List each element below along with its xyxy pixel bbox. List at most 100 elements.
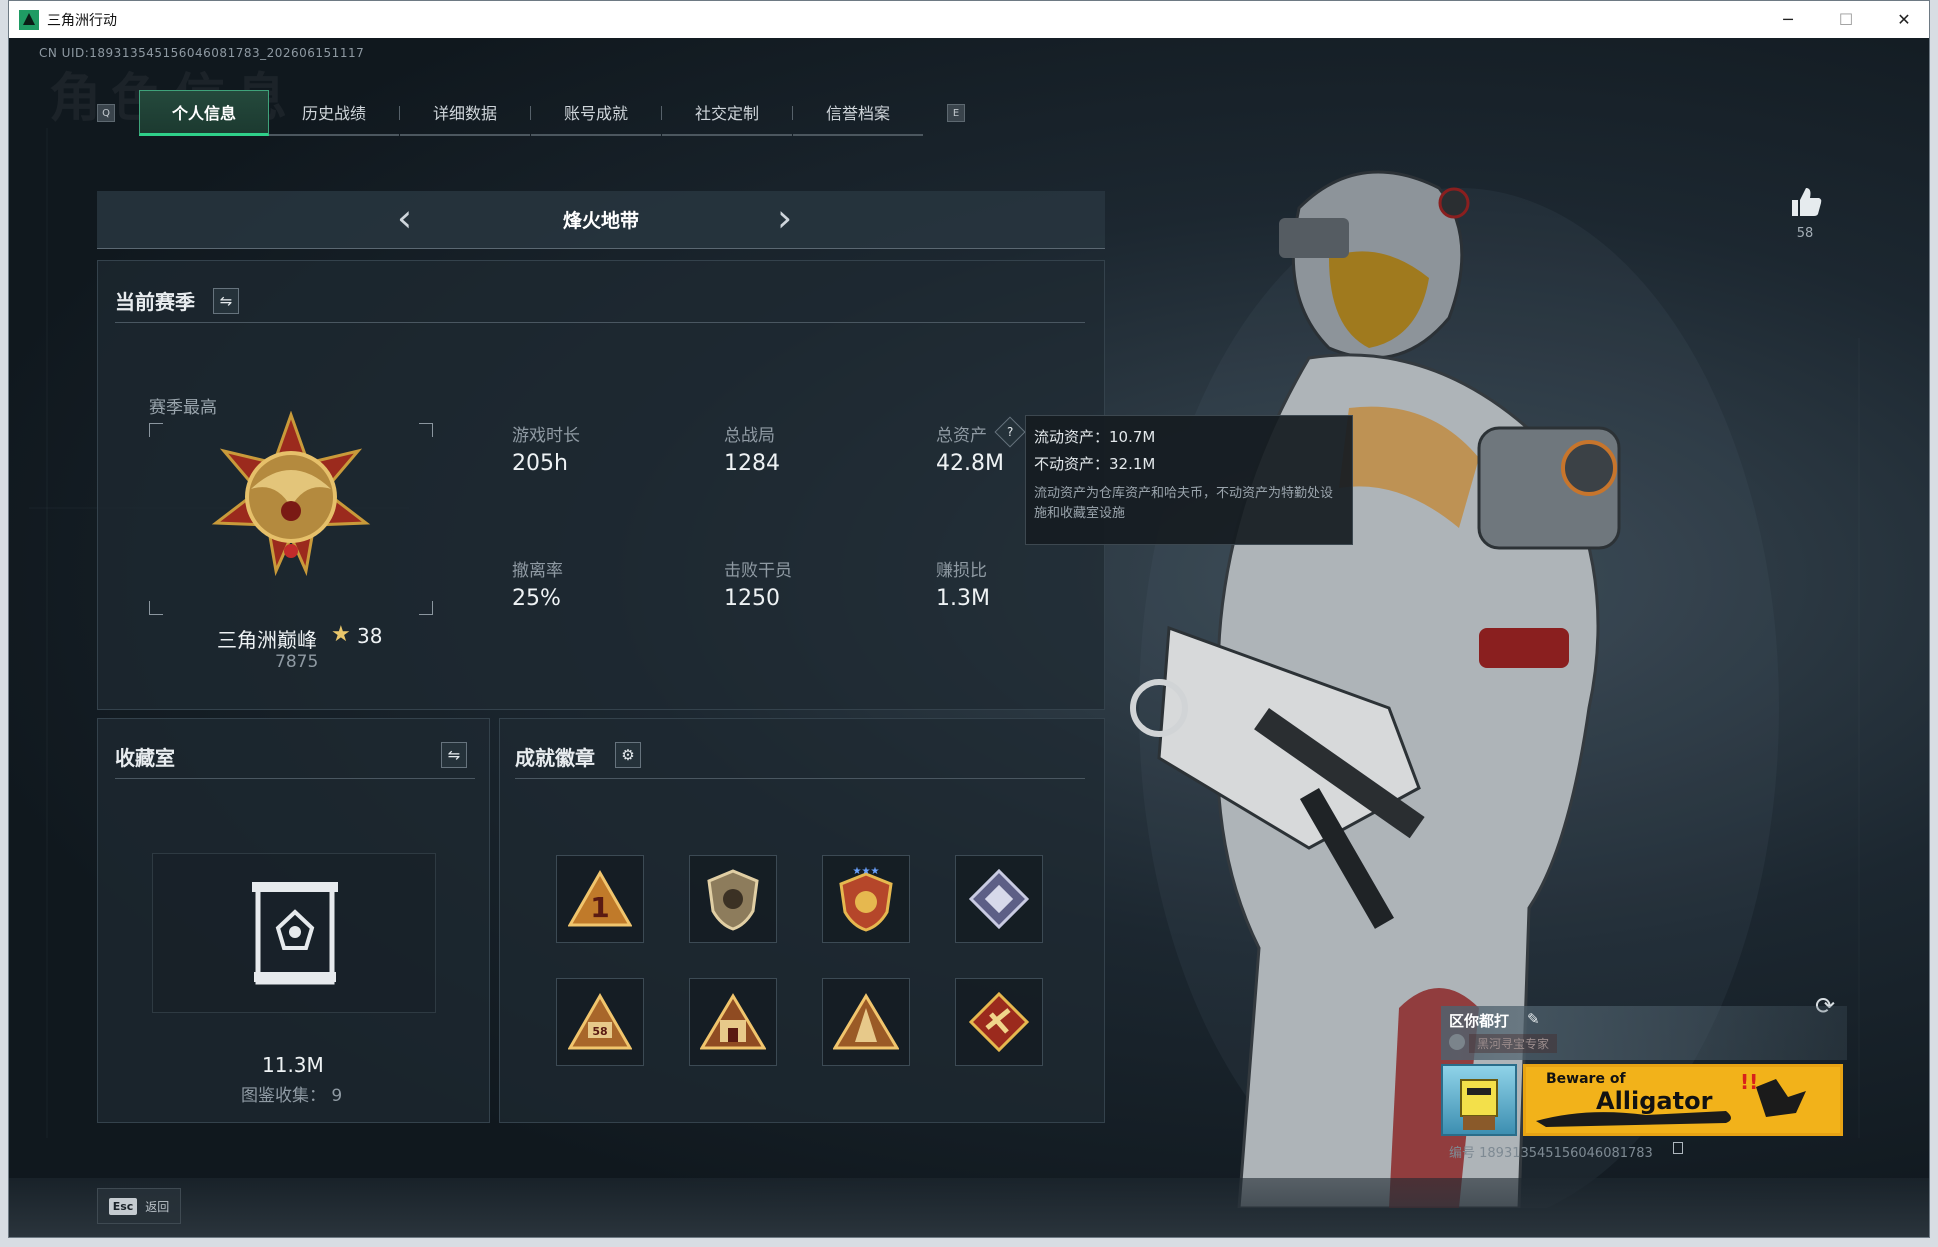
q-key-hint[interactable]: Q xyxy=(97,104,115,122)
divider xyxy=(515,778,1085,779)
stat-value-total-assets: 42.8M xyxy=(936,451,1004,476)
stat-label-total-assets: 总资产 xyxy=(936,426,987,446)
esc-key-icon: Esc xyxy=(108,1197,138,1215)
achievement-badge[interactable]: 1 xyxy=(556,855,644,943)
stat-label-extract-rate: 撤离率 xyxy=(512,561,563,581)
display-case-icon xyxy=(252,882,338,985)
alligator-graphic: !! xyxy=(1536,1070,1806,1127)
prev-zone-button[interactable]: ‹ xyxy=(397,199,412,237)
red-diamond-badge-icon xyxy=(969,992,1029,1052)
collection-title: 收藏室 xyxy=(115,746,175,770)
like-button[interactable]: 58 xyxy=(1785,186,1825,241)
tab-credit-record[interactable]: 信誉档案 xyxy=(793,90,923,136)
game-screen: 角色信息 CN UID:189313545156046081783_202606… xyxy=(9,38,1929,1237)
corner-mark xyxy=(149,423,163,437)
copy-icon[interactable] xyxy=(1673,1142,1683,1154)
stat-value-profit-ratio: 1.3M xyxy=(936,586,990,611)
triangle-number-badge-icon: 1 xyxy=(568,869,632,927)
e-key-hint[interactable]: E xyxy=(947,104,965,122)
badges-settings-button[interactable]: ⚙ xyxy=(615,742,641,768)
zone-title: 烽火地带 xyxy=(562,210,639,232)
close-button[interactable]: ✕ xyxy=(1875,1,1929,38)
minimize-button[interactable]: ─ xyxy=(1759,1,1817,38)
back-button[interactable]: Esc 返回 xyxy=(97,1188,181,1224)
tooltip-description: 流动资产为仓库资产和哈夫币，不动资产为特勤处设施和收藏室设施 xyxy=(1034,486,1334,521)
edit-name-icon[interactable]: ✎ xyxy=(1527,1010,1540,1028)
rank-star-count: 38 xyxy=(357,624,383,648)
svg-text:!!: !! xyxy=(1740,1070,1758,1094)
stat-label-profit-ratio: 赚损比 xyxy=(936,561,987,581)
tab-personal-info[interactable]: 个人信息 xyxy=(139,90,269,136)
tab-match-history[interactable]: 历史战绩 xyxy=(269,90,399,136)
player-title: 黑河寻宝专家 xyxy=(1469,1034,1558,1053)
rank-emblem-icon xyxy=(211,411,371,577)
help-glyph: ? xyxy=(1006,425,1014,439)
app-logo-icon xyxy=(19,9,39,30)
achievement-badge[interactable] xyxy=(689,855,777,943)
zone-selector: ‹ 烽火地带 › xyxy=(97,191,1105,249)
collection-swap-button[interactable]: ⇋ xyxy=(441,742,467,768)
rank-name: 三角洲巅峰 xyxy=(217,628,317,652)
achievement-badge[interactable]: 58 xyxy=(556,978,644,1066)
season-title: 当前赛季 xyxy=(115,290,195,314)
stat-value-kills: 1250 xyxy=(724,586,780,611)
rank-box xyxy=(149,411,433,615)
rank-star-icon: ★ xyxy=(331,622,351,647)
game-window: 三角洲行动 ─ ☐ ✕ 角色信息 CN UID:1893135451560460… xyxy=(8,0,1930,1238)
stat-value-extract-rate: 25% xyxy=(512,586,561,611)
like-count: 58 xyxy=(1796,226,1814,241)
player-id: 编号 189313545156046081783 xyxy=(1449,1146,1653,1161)
achievement-badge[interactable] xyxy=(689,978,777,1066)
svg-text:★★★: ★★★ xyxy=(853,866,880,877)
badge-number: 1 xyxy=(590,891,609,924)
thumbs-up-icon xyxy=(1792,188,1822,216)
achievement-badge[interactable] xyxy=(955,978,1043,1066)
shield-badge-icon xyxy=(707,869,759,931)
uid-label: CN UID:189313545156046081783_20260615111… xyxy=(39,46,365,60)
maximize-button[interactable]: ☐ xyxy=(1817,1,1875,38)
achievement-badge[interactable]: ★★★ xyxy=(822,855,910,943)
stat-value-total-matches: 1284 xyxy=(724,451,780,476)
avatar-character-image xyxy=(1460,1079,1498,1130)
corner-mark xyxy=(419,601,433,615)
rank-score: 7875 xyxy=(275,652,319,672)
crest-badge-icon: ★★★ xyxy=(839,866,893,932)
spire-badge-icon xyxy=(833,993,899,1050)
collection-count: 图鉴收集： 9 xyxy=(241,1086,343,1106)
divider xyxy=(115,778,475,779)
tooltip-liquid-assets: 流动资产：10.7M xyxy=(1034,428,1156,446)
badges-title: 成就徽章 xyxy=(515,746,595,770)
diamond-cube-badge-icon xyxy=(969,869,1029,929)
tab-achievements[interactable]: 账号成就 xyxy=(531,90,661,136)
assets-tooltip: 流动资产：10.7M 不动资产：32.1M 流动资产为仓库资产和哈夫币，不动资产… xyxy=(1025,415,1353,545)
next-zone-button[interactable]: › xyxy=(777,199,792,237)
stat-label-kills: 击败干员 xyxy=(724,561,792,581)
corner-mark xyxy=(149,601,163,615)
tab-bar: Q 个人信息 历史战绩 详细数据 账号成就 社交定制 信誉档案 E xyxy=(97,90,965,136)
window-title: 三角洲行动 xyxy=(47,12,117,29)
badge-number: 58 xyxy=(592,1025,607,1038)
collection-value: 11.3M xyxy=(262,1053,324,1077)
tab-social-custom[interactable]: 社交定制 xyxy=(662,90,792,136)
corner-mark xyxy=(419,423,433,437)
alligator-banner-image: Beware of Alligator !! xyxy=(1523,1064,1843,1136)
tab-detailed-data[interactable]: 详细数据 xyxy=(400,90,530,136)
season-swap-button[interactable]: ⇋ xyxy=(213,288,239,314)
back-label: 返回 xyxy=(145,1199,170,1214)
avatar xyxy=(1441,1064,1517,1136)
collection-preview[interactable] xyxy=(152,853,436,1013)
fortress-badge-icon xyxy=(700,993,766,1050)
achievement-badge[interactable] xyxy=(955,855,1043,943)
stat-label-total-matches: 总战局 xyxy=(724,426,775,446)
player-name-card[interactable]: 区你都打 ✎ 黑河寻宝专家 Beware of Alligator !! 编号 … xyxy=(1441,1006,1847,1161)
achievement-badge[interactable] xyxy=(822,978,910,1066)
title-icon xyxy=(1449,1034,1465,1050)
bottom-bar xyxy=(9,1178,1929,1237)
tooltip-fixed-assets: 不动资产：32.1M xyxy=(1034,455,1156,473)
level-triangle-badge-icon: 58 xyxy=(568,992,632,1050)
stat-label-playtime: 游戏时长 xyxy=(512,426,580,446)
divider xyxy=(115,322,1085,323)
stat-value-playtime: 205h xyxy=(512,451,568,476)
player-name: 区你都打 xyxy=(1449,1012,1510,1030)
title-bar: 三角洲行动 ─ ☐ ✕ xyxy=(9,1,1929,38)
